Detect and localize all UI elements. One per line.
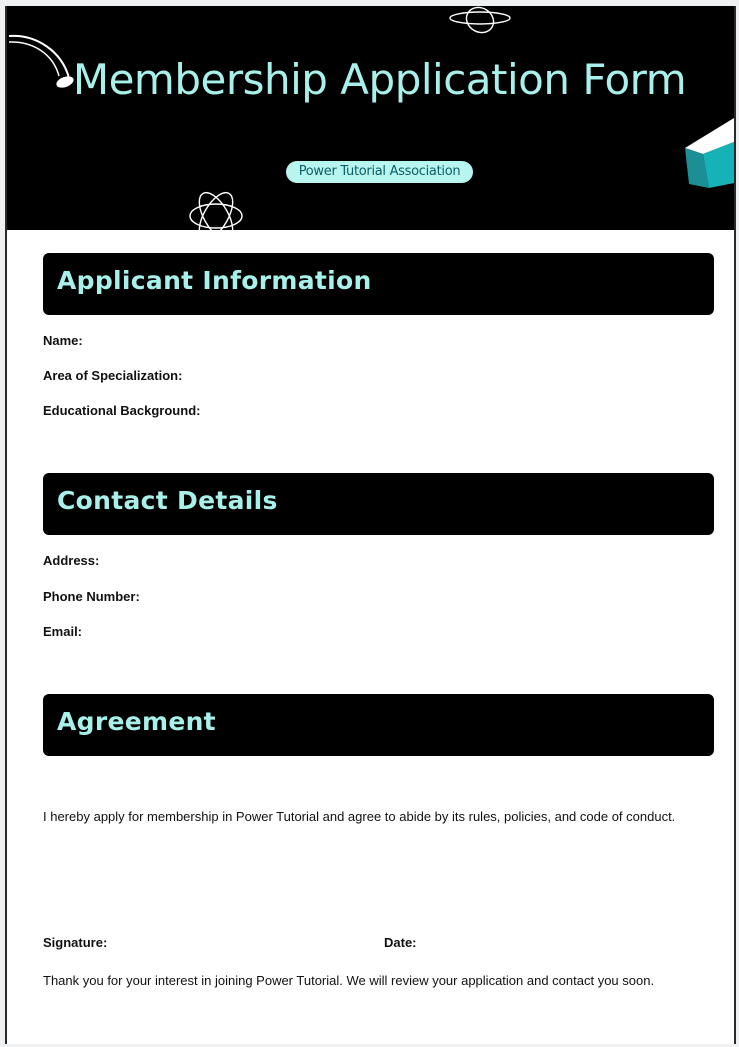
signature-label: Signature: — [43, 935, 108, 950]
atom-icon — [189, 191, 243, 230]
agreement-text: I hereby apply for membership in Power T… — [43, 809, 676, 824]
education-label: Educational Background: — [43, 403, 201, 418]
cube-icon — [685, 118, 734, 188]
section-title-applicant: Applicant Information — [57, 266, 372, 295]
header-banner: Membership Application Form Power Tutori… — [7, 6, 734, 230]
name-label: Name: — [43, 333, 83, 348]
thank-you-text: Thank you for your interest in joining P… — [43, 973, 655, 988]
page-title: Membership Application Form — [72, 55, 687, 104]
phone-label: Phone Number: — [43, 589, 140, 604]
section-title-agreement: Agreement — [57, 707, 216, 736]
form-page: Membership Application Form Power Tutori… — [5, 6, 736, 1044]
date-label: Date: — [384, 935, 417, 950]
section-title-contact: Contact Details — [57, 486, 278, 515]
ring-icon — [449, 6, 511, 34]
email-label: Email: — [43, 624, 83, 639]
specialization-label: Area of Specialization: — [43, 368, 183, 383]
section-header-agreement: Agreement — [43, 694, 714, 756]
section-header-applicant: Applicant Information — [43, 253, 714, 315]
address-label: Address: — [43, 553, 100, 568]
organization-badge: Power Tutorial Association — [286, 161, 473, 183]
section-header-contact: Contact Details — [43, 473, 714, 535]
